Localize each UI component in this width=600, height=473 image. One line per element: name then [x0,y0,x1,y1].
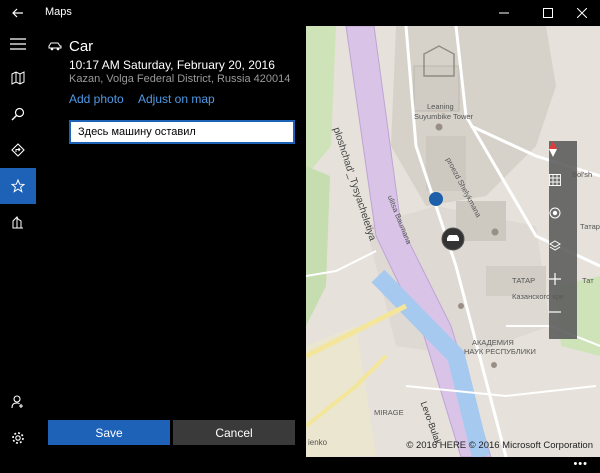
search-icon [11,107,25,121]
maximize-button[interactable] [532,0,564,26]
favorites-star-icon [11,179,25,193]
zoom-in-button[interactable] [549,273,577,306]
close-button[interactable] [566,0,598,26]
nav-settings[interactable] [0,420,36,456]
window-title: Maps [45,6,72,18]
note-input[interactable] [69,120,295,144]
map-icon [11,71,25,85]
zoom-in-icon [549,273,561,285]
poi-label: Татар [580,222,600,231]
poi-label: НАУК РЕСПУБЛИКИ [464,347,536,356]
more-options-icon[interactable]: ••• [573,458,588,470]
poi-label: Suyumbike Tower [414,112,474,121]
nav-search[interactable] [0,96,36,132]
hamburger-menu-icon [10,38,26,50]
directions-icon [11,143,25,157]
app-bar: ••• [0,457,600,473]
poi-label: АКАДЕМИЯ [472,338,514,347]
map-controls [549,141,577,339]
map-style-icon [549,240,561,251]
favorite-detail-panel: Car 10:17 AM Saturday, February 20, 2016… [36,26,306,457]
map-copyright: © 2016 HERE © 2016 Microsoft Corporation [406,440,593,451]
zoom-out-button[interactable] [549,306,577,339]
minimize-button[interactable] [488,0,520,26]
cancel-button[interactable]: Cancel [173,420,295,445]
zoom-out-icon [549,311,561,313]
street-label: ienko [308,438,328,447]
compass-button[interactable] [549,141,577,174]
title-bar: Maps [0,0,600,26]
poi-label: MIRAGE [374,408,404,417]
poi-label: Тат [582,276,594,285]
locate-me-icon [549,207,561,219]
back-arrow-icon [12,8,23,18]
maximize-icon [543,8,553,18]
nav-map[interactable] [0,60,36,96]
back-button[interactable] [0,0,36,26]
parked-datetime: 10:17 AM Saturday, February 20, 2016 [69,58,275,72]
3d-cities-icon [12,216,23,229]
favorite-title: Car [69,38,94,55]
car-icon [48,42,62,51]
nav-rail [0,26,36,457]
map-view[interactable]: ploshchad'_Tysyacheletiya proezd Shelykm… [306,26,600,457]
map-layers-button[interactable] [549,174,577,207]
nav-3d-cities[interactable] [0,204,36,240]
locate-me-button[interactable] [549,207,577,240]
poi-label: Leaning [427,102,454,111]
save-button[interactable]: Save [48,420,170,445]
map-style-button[interactable] [549,240,577,273]
compass-icon [549,141,557,157]
hamburger-menu-button[interactable] [0,26,36,62]
parked-address: Kazan, Volga Federal District, Russia 42… [69,73,291,85]
adjust-on-map-link[interactable]: Adjust on map [138,92,215,106]
nav-favorites[interactable] [0,168,36,204]
nav-directions[interactable] [0,132,36,168]
poi-label: ТАТАР [512,276,536,285]
add-photo-link[interactable]: Add photo [69,92,124,106]
sign-in-person-icon [11,395,23,409]
minimize-icon [499,12,509,14]
map-layers-grid-icon [549,174,561,186]
settings-gear-icon [12,432,24,444]
nav-sign-in[interactable] [0,384,36,420]
close-icon [577,8,587,18]
